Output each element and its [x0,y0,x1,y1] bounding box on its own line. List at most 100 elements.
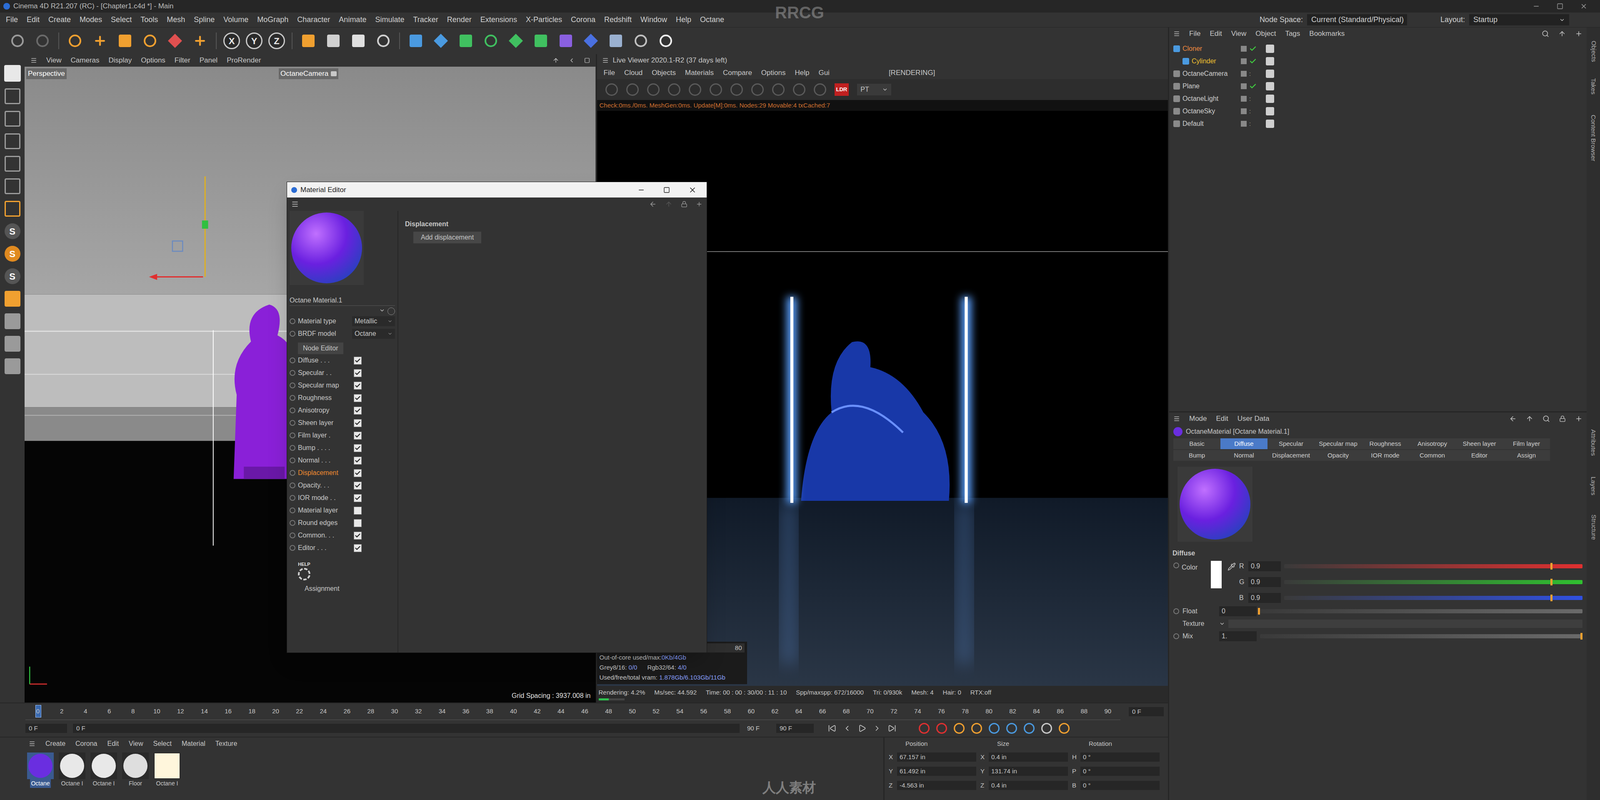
mode-icon[interactable] [4,200,21,217]
tool-button[interactable] [606,31,625,50]
menu-item[interactable]: Mesh [166,14,185,26]
disabled-mark[interactable]: : [1249,69,1257,79]
material-thumb[interactable]: Octane I [153,752,181,788]
menu-item[interactable]: Help [675,14,692,26]
tool-button[interactable] [406,31,425,50]
side-tab[interactable]: Attributes [1586,416,1600,469]
object-row[interactable]: OctaneLight: [1169,92,1587,105]
attributes-tab[interactable]: Anisotropy [1408,438,1456,450]
tool-button[interactable] [190,31,210,50]
viewport-menu-item[interactable]: Display [108,55,133,66]
snap-button[interactable]: S [4,268,21,285]
key-tool-icon[interactable] [1041,722,1053,734]
slider[interactable] [1260,609,1583,614]
side-tab[interactable]: Objects [1586,31,1600,71]
viewer-tool-icon[interactable] [647,83,660,96]
viewer-tool-icon[interactable] [772,83,785,96]
tool-button[interactable] [324,31,343,50]
channel-row[interactable]: Material layer [289,504,395,517]
attributes-tab[interactable]: Film layer [1502,438,1550,450]
tool-button[interactable] [90,31,110,50]
channel-checkbox[interactable] [353,356,362,365]
channel-field[interactable]: 0.9 [1248,577,1281,588]
add-displacement-button[interactable]: Add displacement [413,231,482,244]
side-tab[interactable]: Layers [1586,468,1600,504]
coordinate-field[interactable]: 0 ° [1080,766,1160,777]
snap-button[interactable]: S [4,245,21,262]
channel-checkbox[interactable] [353,369,362,378]
close-icon[interactable] [1580,2,1588,10]
channel-row[interactable]: Normal . . . [289,454,395,467]
live-viewer-menu-item[interactable]: Objects [651,67,676,79]
color-swatch[interactable] [1210,560,1222,589]
side-tab[interactable]: Content Browser [1586,101,1600,175]
tool-button[interactable] [140,31,160,50]
search-icon[interactable] [1542,415,1550,423]
mode-icon[interactable] [4,110,21,127]
side-tab[interactable]: Takes [1586,70,1600,102]
param-field[interactable]: 0 [1219,606,1257,617]
tool-button[interactable] [481,31,500,50]
new-icon[interactable] [695,200,703,208]
channel-checkbox[interactable] [353,544,362,553]
slider[interactable] [1284,595,1583,600]
attributes-tab[interactable]: Bump [1173,450,1221,461]
channel-row[interactable]: Anisotropy [289,404,395,417]
object-menu-item[interactable]: Tags [1285,28,1300,40]
viewport-menu-item[interactable]: Filter [174,55,191,66]
tool-button[interactable] [456,31,475,50]
play-icon[interactable] [857,724,867,733]
live-viewer-menu-item[interactable]: Help [794,67,810,79]
attributes-tab[interactable]: Normal [1220,450,1268,461]
eyedropper-icon[interactable] [1227,562,1236,571]
attributes-tab[interactable]: Basic [1173,438,1221,450]
coordinate-field[interactable]: 67.157 in [897,752,977,763]
close-icon[interactable] [688,185,697,195]
menu-item[interactable]: X-Particles [525,14,563,26]
channel-checkbox[interactable] [353,506,362,515]
coordinate-field[interactable]: 0 ° [1080,752,1160,763]
material-thumb[interactable]: Octane I [58,752,86,788]
go-start-icon[interactable] [827,724,837,733]
tool-button[interactable] [631,31,650,50]
up-icon[interactable] [665,200,673,208]
stats-field[interactable]: 80 [702,643,745,653]
menu-item[interactable]: Window [640,14,668,26]
channel-row[interactable]: Round edges [289,516,395,530]
viewport-menu-item[interactable]: Options [140,55,166,66]
menu-item[interactable]: Octane [700,14,725,26]
tool-button[interactable] [349,31,368,50]
frame-icon[interactable] [584,57,590,64]
assignment-label[interactable]: Assignment [304,583,340,594]
menu-item[interactable]: File [5,14,18,26]
channel-checkbox[interactable] [353,481,362,490]
texture-dropdown-icon[interactable] [1219,620,1225,627]
channel-checkbox[interactable] [353,456,362,465]
live-viewer-menu-item[interactable]: Materials [685,67,714,79]
material-select[interactable]: Metallic [352,316,395,327]
viewer-tool-icon[interactable] [709,83,723,96]
menu-item[interactable]: Select [110,14,132,26]
menu-icon[interactable] [1173,30,1180,38]
timeline-ruler[interactable]: 0246810121416182022242628303234363840424… [25,703,1121,720]
tool-button[interactable] [556,31,575,50]
tool-button[interactable] [431,31,450,50]
menu-icon[interactable] [28,740,36,748]
live-viewer-menu-item[interactable]: Compare [722,67,753,79]
material-menu-item[interactable]: Corona [75,738,98,749]
start-frame-field[interactable]: 0 F [25,723,68,734]
object-row[interactable]: OctaneCamera: [1169,67,1587,80]
min-frame-field[interactable]: 0 F [72,723,740,734]
new-icon[interactable] [1575,415,1583,423]
menu-item[interactable]: Character [297,14,330,26]
key-tool-icon[interactable] [953,722,965,734]
next-key-icon[interactable] [872,724,882,733]
node-space-select[interactable]: Current (Standard/Physical) [1307,14,1408,26]
channel-checkbox[interactable] [353,419,362,428]
tool-button[interactable] [374,31,393,50]
viewer-tool-icon[interactable] [688,83,702,96]
mode-icon[interactable] [4,65,21,82]
menu-item[interactable]: Create [48,14,71,26]
channel-checkbox[interactable] [353,519,362,528]
viewport-menu-item[interactable]: Panel [199,55,218,66]
